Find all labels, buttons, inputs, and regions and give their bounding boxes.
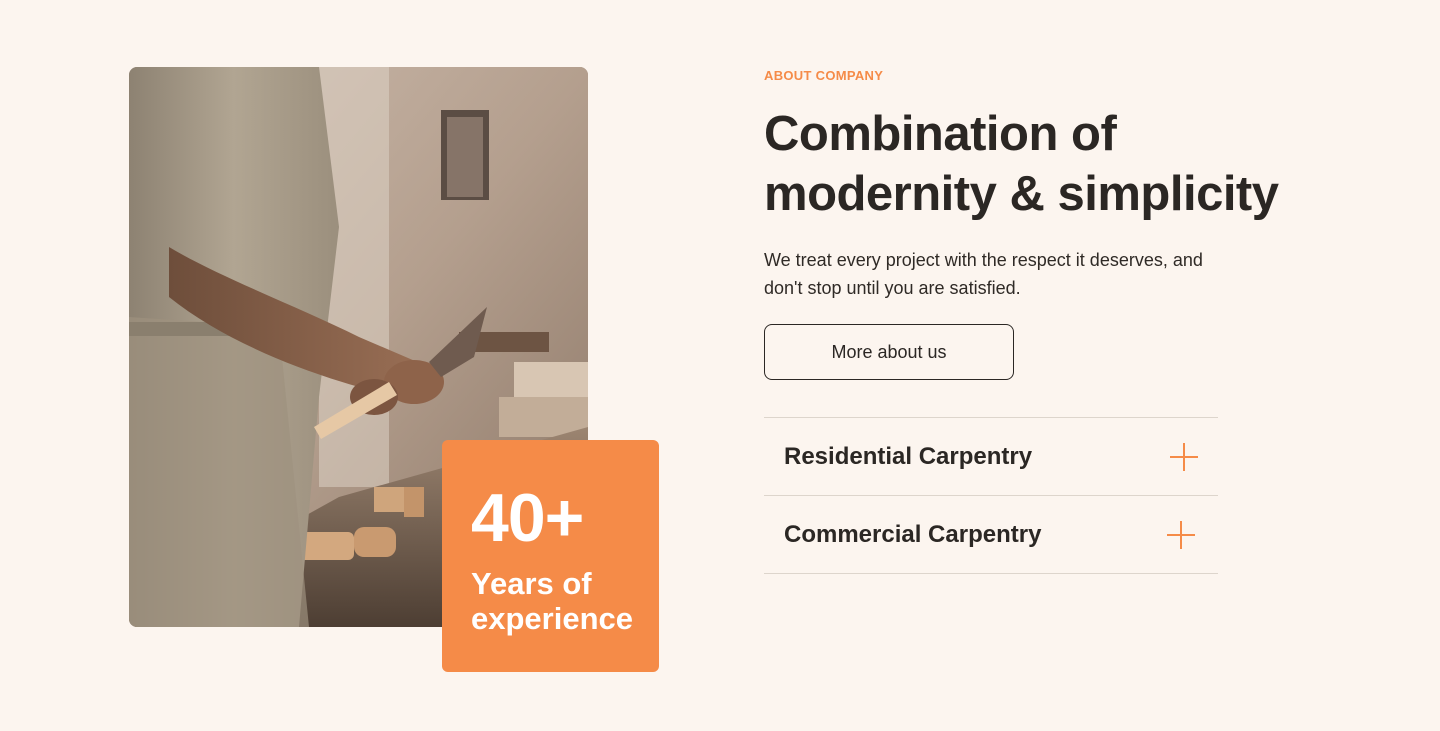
section-eyebrow: ABOUT COMPANY — [764, 68, 884, 83]
about-section: 40+ Years of experience ABOUT COMPANY Co… — [0, 0, 1440, 731]
accordion-item-title: Commercial Carpentry — [784, 520, 1042, 548]
section-heading: Combination of modernity & simplicity — [764, 107, 1279, 221]
about-content: ABOUT COMPANY Combination of modernity &… — [764, 68, 1324, 380]
accordion-item-residential[interactable]: Residential Carpentry — [764, 418, 1218, 496]
experience-label: Years of experience — [471, 566, 633, 636]
services-accordion: Residential Carpentry Commercial Carpent… — [764, 417, 1218, 574]
more-about-us-button[interactable]: More about us — [764, 324, 1014, 380]
plus-icon[interactable] — [1169, 442, 1199, 472]
plus-icon[interactable] — [1166, 520, 1196, 550]
accordion-item-commercial[interactable]: Commercial Carpentry — [764, 496, 1218, 574]
section-description: We treat every project with the respect … — [764, 250, 1203, 298]
accordion-item-title: Residential Carpentry — [784, 442, 1033, 470]
experience-badge: 40+ Years of experience — [442, 440, 659, 672]
experience-years-number: 40+ — [471, 480, 584, 556]
